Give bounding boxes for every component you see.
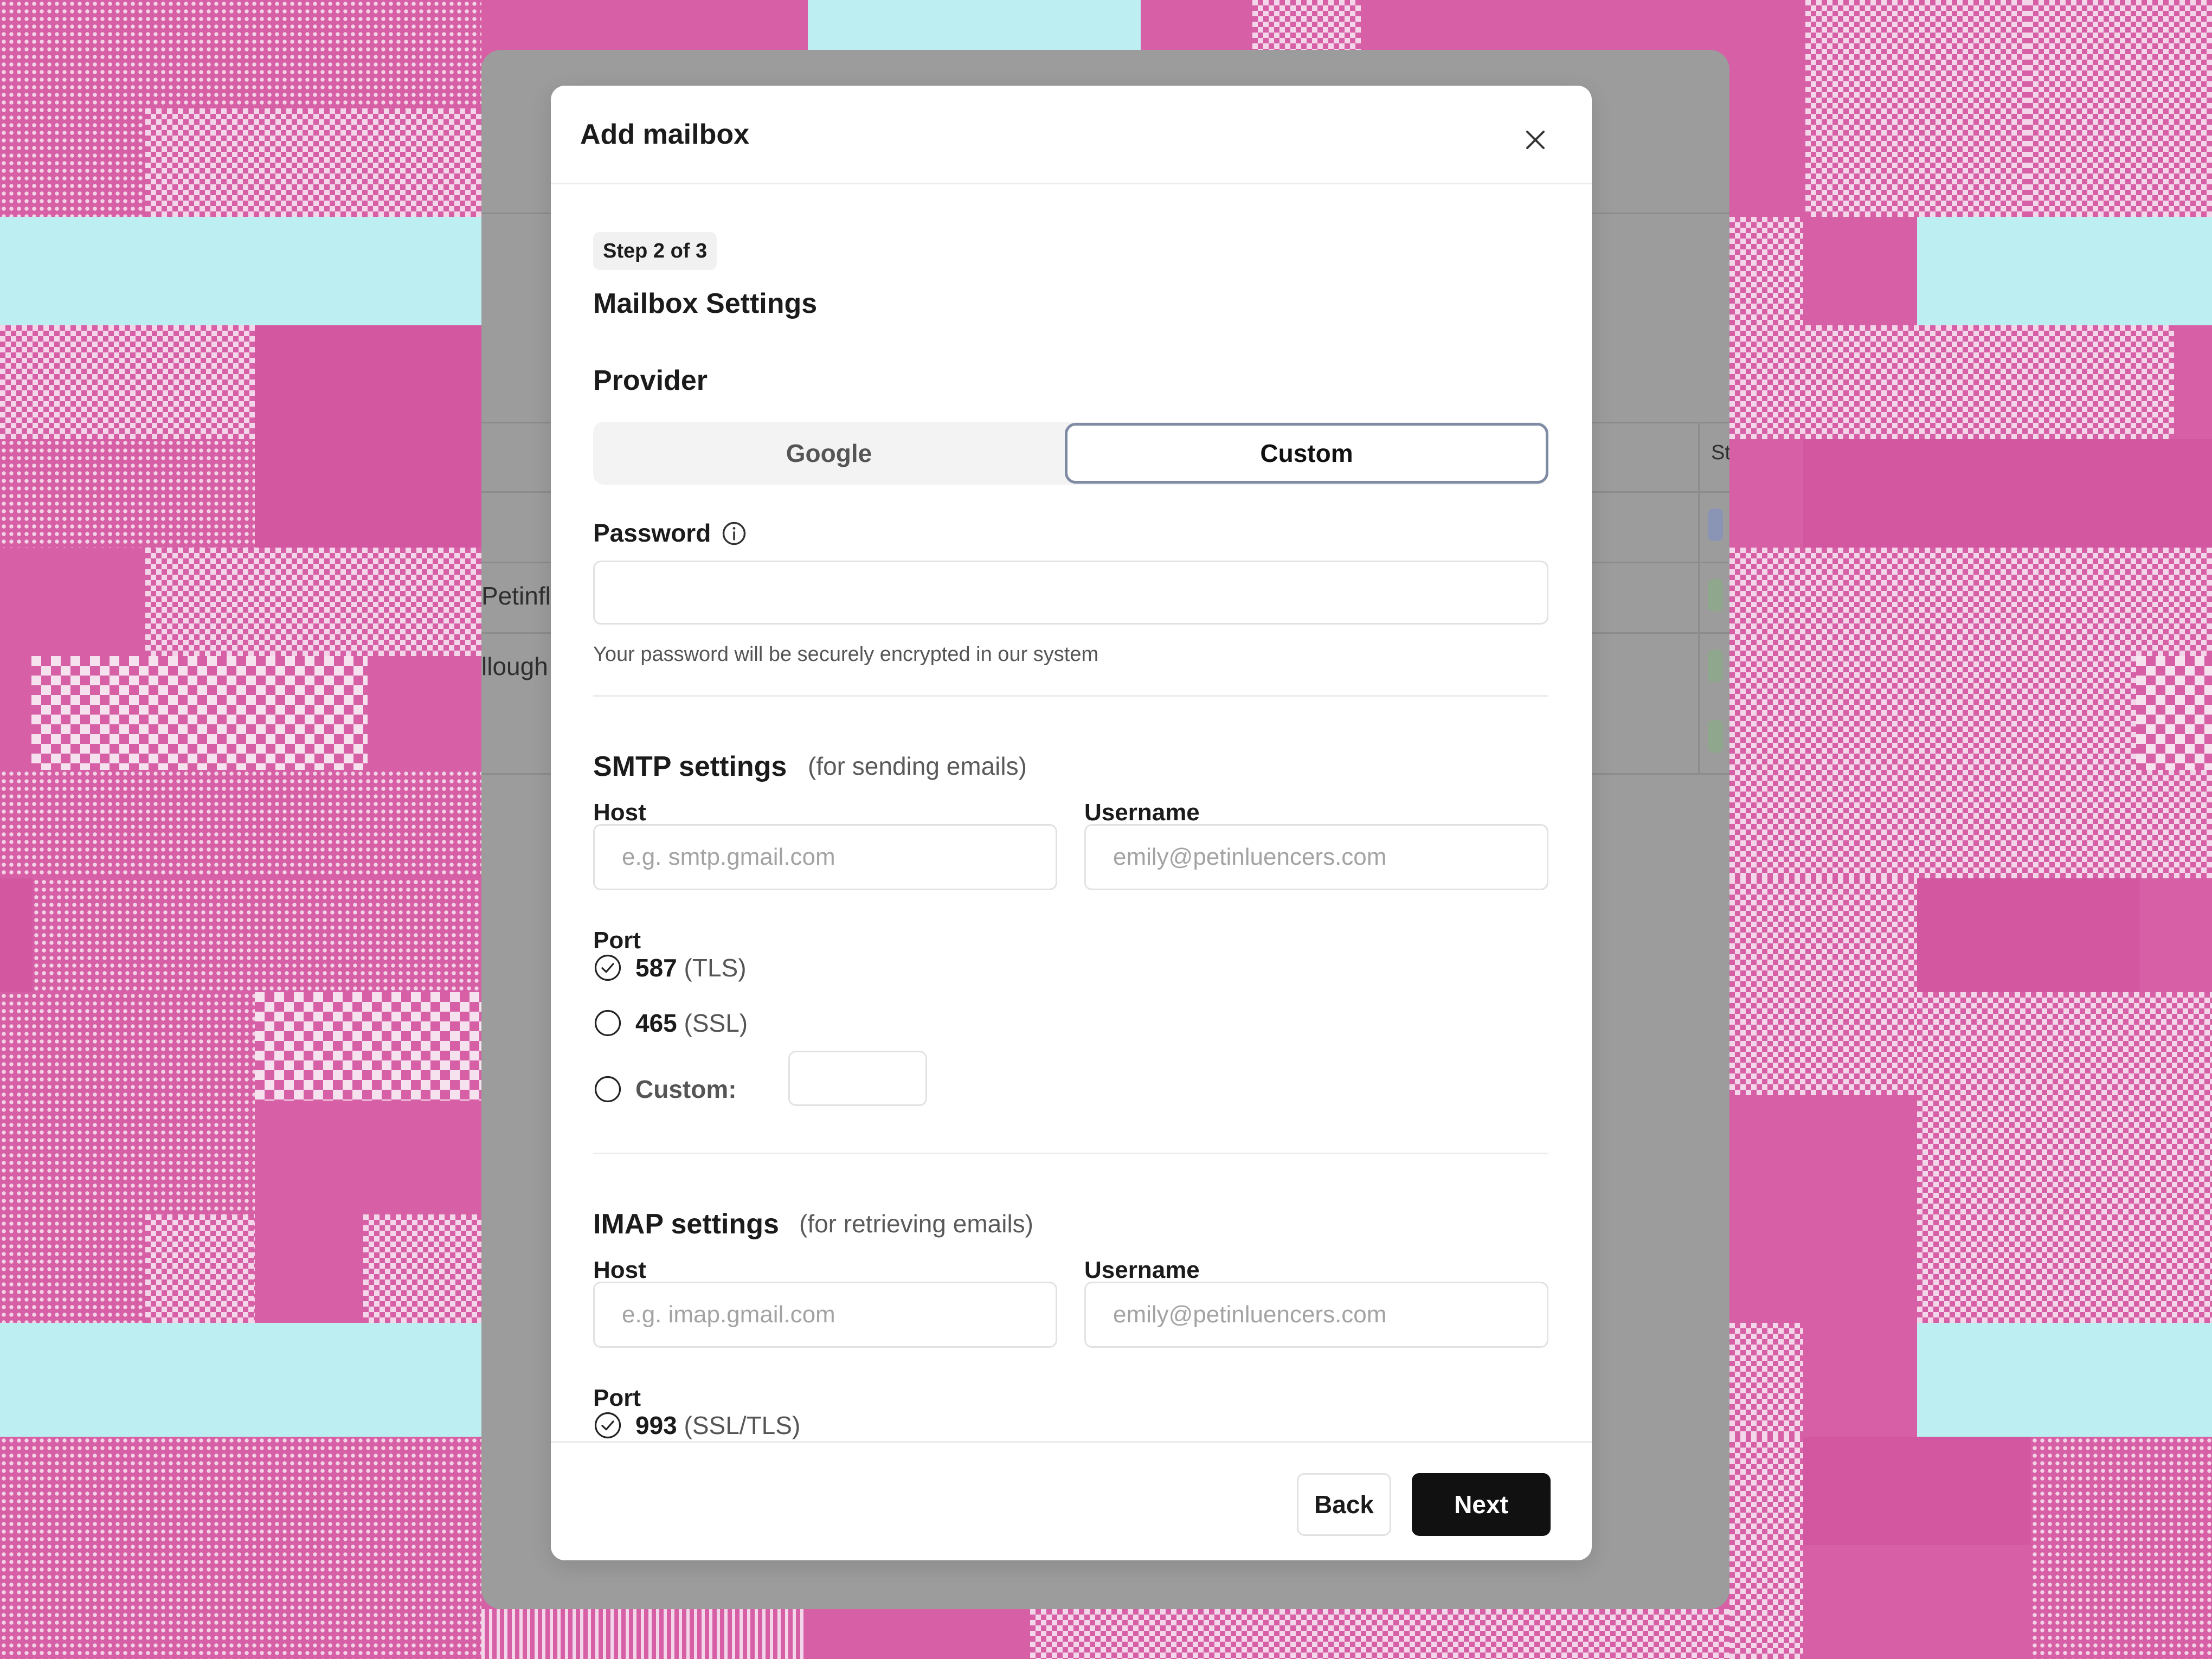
password-input[interactable]	[593, 561, 1548, 625]
smtp-section-title: SMTP settings	[593, 751, 787, 782]
close-button[interactable]	[1519, 124, 1552, 156]
backdrop-status-chip	[1708, 720, 1723, 753]
imap-username-input[interactable]	[1084, 1282, 1548, 1348]
backdrop-row-text: llough	[481, 652, 548, 680]
smtp-section-hint: (for sending emails)	[808, 752, 1027, 780]
radio-empty-icon	[594, 1009, 621, 1037]
radio-label: Custom:	[635, 1075, 737, 1103]
radio-checked-icon	[594, 954, 621, 981]
section-title: Mailbox Settings	[593, 288, 818, 319]
smtp-port-option-custom[interactable]: Custom:	[593, 1051, 973, 1107]
provider-option-google[interactable]: Google	[593, 422, 1065, 485]
imap-section-title: IMAP settings	[593, 1208, 779, 1240]
imap-host-label: Host	[593, 1257, 646, 1283]
next-button[interactable]: Next	[1412, 1473, 1551, 1536]
radio-label: 993 (SSL/TLS)	[635, 1411, 801, 1439]
dialog-title: Add mailbox	[580, 119, 750, 150]
smtp-username-label: Username	[1084, 799, 1200, 826]
imap-username-label: Username	[1084, 1257, 1200, 1283]
smtp-port-label: Port	[593, 927, 641, 954]
provider-option-custom[interactable]: Custom	[1065, 423, 1548, 484]
divider	[593, 1153, 1548, 1154]
back-button[interactable]: Back	[1297, 1473, 1391, 1536]
smtp-username-input[interactable]	[1084, 824, 1548, 890]
dialog-footer: Back Next	[551, 1441, 1592, 1560]
radio-label: 587 (TLS)	[635, 954, 747, 982]
provider-label: Provider	[593, 365, 708, 396]
provider-toggle: Google Custom	[593, 422, 1548, 485]
divider	[593, 695, 1548, 697]
imap-section-hint: (for retrieving emails)	[799, 1210, 1033, 1238]
smtp-host-label: Host	[593, 799, 646, 826]
password-helper-text: Your password will be securely encrypted…	[593, 643, 1099, 666]
backdrop-column-header: St	[1711, 441, 1729, 464]
radio-checked-icon	[594, 1412, 621, 1439]
radio-empty-icon	[594, 1076, 621, 1103]
password-label: Password	[593, 519, 711, 547]
backdrop-row-text: Petinfl	[481, 582, 551, 610]
step-badge: Step 2 of 3	[593, 232, 717, 270]
radio-label: 465 (SSL)	[635, 1009, 748, 1037]
dialog-header: Add mailbox	[551, 86, 1592, 184]
backdrop-status-chip	[1708, 509, 1723, 541]
add-mailbox-dialog: Add mailbox Step 2 of 3 Mailbox Settings…	[551, 86, 1592, 1560]
imap-port-label: Port	[593, 1385, 641, 1411]
imap-host-input[interactable]	[593, 1282, 1057, 1348]
smtp-host-input[interactable]	[593, 824, 1057, 890]
backdrop-status-chip	[1708, 650, 1723, 682]
custom-port-input[interactable]	[788, 1051, 927, 1106]
backdrop-status-chip	[1708, 579, 1723, 612]
info-icon[interactable]	[720, 519, 748, 548]
close-icon	[1526, 131, 1545, 149]
